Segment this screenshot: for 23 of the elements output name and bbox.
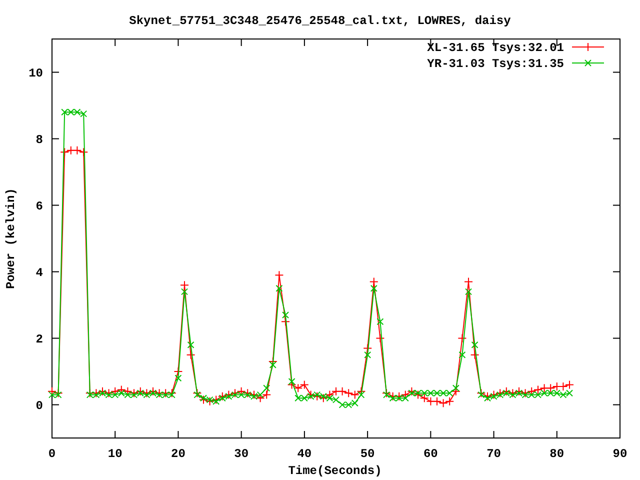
x-axis-label: Time(Seconds) — [288, 464, 382, 478]
x-tick-label: 0 — [48, 447, 56, 461]
y-axis-label: Power (kelvin) — [4, 188, 18, 289]
x-tick-label: 40 — [297, 447, 312, 461]
legend-sample — [572, 42, 604, 52]
legend-label: XL-31.65 Tsys:32.01 — [427, 41, 564, 55]
y-tick-label: 0 — [36, 398, 43, 413]
x-tick-label: 60 — [423, 447, 438, 461]
x-tick-label: 80 — [550, 447, 564, 461]
chart-title: Skynet_57751_3C348_25476_25548_cal.txt, LOWRES, daisy — [129, 14, 511, 28]
y-tick-label: 6 — [36, 199, 43, 214]
x-tick-label: 30 — [234, 447, 249, 461]
legend-sample — [572, 60, 604, 66]
y-tick-label: 2 — [36, 332, 43, 346]
y-tick-label: 10 — [28, 66, 43, 80]
x-tick-label: 70 — [486, 447, 501, 461]
x-tick-label: 90 — [612, 447, 628, 461]
y-tick-label: 8 — [36, 132, 43, 147]
x-tick-label: 10 — [108, 447, 122, 461]
x-tick-label: 20 — [171, 447, 186, 461]
y-tick-label: 4 — [36, 266, 43, 280]
legend-label: YR-31.03 Tsys:31.35 — [427, 57, 564, 71]
x-tick-label: 50 — [360, 447, 375, 461]
